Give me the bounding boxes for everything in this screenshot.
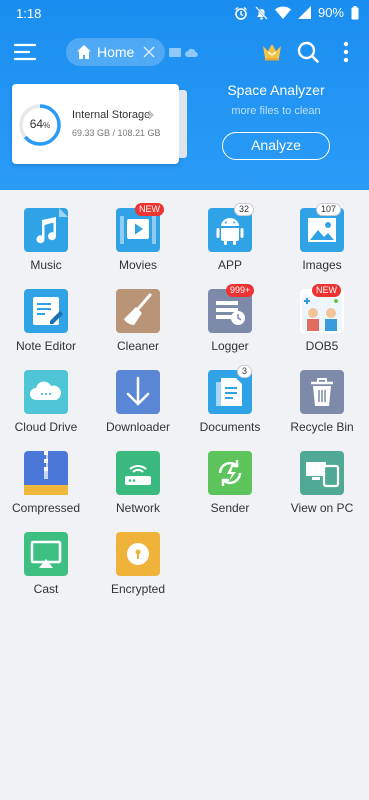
storage-title: Internal Storage — [72, 109, 151, 121]
storage-percent: 64% — [17, 117, 63, 131]
note-edit-icon — [24, 289, 68, 333]
space-analyzer-title: Space Analyzer — [227, 82, 325, 98]
tile-label: Cleaner — [116, 339, 160, 353]
storage-percent-value: 64 — [29, 117, 44, 131]
tile-label: Documents — [199, 420, 261, 434]
tile-compressed[interactable]: Compressed — [0, 433, 92, 515]
status-icons: 90% — [234, 5, 359, 20]
signal-icon — [297, 6, 311, 19]
mute-bell-icon — [255, 5, 268, 20]
tile-label: Movies — [118, 258, 157, 272]
tile-music[interactable]: Music — [0, 190, 92, 272]
tile-network[interactable]: Network — [92, 433, 184, 515]
tile-app[interactable]: 32 APP — [184, 190, 276, 272]
space-analyzer-subtitle: more files to clean — [231, 105, 321, 117]
tile-images[interactable]: 107 Images — [276, 190, 368, 272]
sync-icon — [208, 451, 252, 495]
tile-cleaner[interactable]: Cleaner — [92, 271, 184, 353]
tile-label: DOB5 — [305, 339, 339, 353]
tile-label: Note Editor — [15, 339, 77, 353]
cloud-drive-icon — [24, 370, 68, 414]
arrow-right-icon — [143, 110, 154, 120]
cast-icon — [24, 532, 68, 576]
tile-documents[interactable]: 3 Documents — [184, 352, 276, 434]
cloud-icon[interactable] — [185, 48, 198, 57]
count-badge: 107 — [316, 203, 342, 216]
home-tab-label: Home — [97, 44, 135, 60]
tile-label: Recycle Bin — [290, 420, 354, 434]
tile-label: Logger — [211, 339, 249, 353]
tile-note-editor[interactable]: Note Editor — [0, 271, 92, 353]
new-badge: NEW — [312, 284, 341, 297]
count-badge: 3 — [237, 365, 253, 378]
tile-movies[interactable]: NEW Movies — [92, 190, 184, 272]
wifi-icon — [274, 6, 291, 19]
trash-icon — [300, 370, 344, 414]
tile-label: APP — [217, 258, 242, 272]
analyze-button[interactable]: Analyze — [222, 132, 330, 160]
battery-icon — [351, 5, 359, 19]
menu-icon[interactable] — [12, 39, 38, 65]
tile-label: Downloader — [105, 420, 171, 434]
download-icon — [116, 370, 160, 414]
tile-label: Encrypted — [110, 582, 166, 596]
tile-sender[interactable]: Sender — [184, 433, 276, 515]
tile-recycle-bin[interactable]: Recycle Bin — [276, 352, 368, 434]
tile-label: Network — [115, 501, 160, 515]
tile-downloader[interactable]: Downloader — [92, 352, 184, 434]
tile-view-on-pc[interactable]: View on PC — [276, 433, 368, 515]
status-bar: 1:18 90% — [0, 0, 369, 28]
count-badge: 999+ — [226, 284, 255, 297]
tile-dob5[interactable]: NEW DOB5 — [276, 271, 368, 353]
tile-cast[interactable]: Cast — [0, 514, 92, 596]
zip-icon — [24, 451, 68, 495]
more-vert-icon[interactable] — [338, 40, 354, 64]
home-icon — [77, 45, 91, 59]
category-grid: Music NEW Movies 32 APP 107 Images Note … — [0, 190, 369, 800]
home-tab[interactable]: Home — [66, 38, 165, 66]
phone-pc-icon — [300, 451, 344, 495]
alarm-icon — [235, 6, 247, 20]
internal-storage-card[interactable]: 64% Internal Storage 69.33 GB / 108.21 G… — [12, 84, 187, 164]
tile-logger[interactable]: 999+ Logger — [184, 271, 276, 353]
crown-icon[interactable] — [261, 40, 283, 62]
status-time: 1:18 — [16, 6, 42, 21]
tile-label: View on PC — [290, 501, 354, 515]
tile-label: Cast — [33, 582, 59, 596]
new-badge: NEW — [135, 203, 164, 216]
tile-label: Compressed — [11, 501, 81, 515]
tile-cloud-drive[interactable]: Cloud Drive — [0, 352, 92, 434]
battery-percent: 90% — [317, 5, 344, 20]
window-icon[interactable] — [169, 48, 181, 57]
tile-encrypted[interactable]: Encrypted — [92, 514, 184, 596]
tile-label: Sender — [210, 501, 250, 515]
close-icon[interactable] — [143, 46, 155, 58]
toolbar: Home — [0, 30, 369, 74]
search-icon[interactable] — [296, 40, 320, 64]
tile-label: Music — [30, 258, 62, 272]
lock-icon — [116, 532, 160, 576]
storage-percent-sign: % — [43, 121, 51, 130]
storage-usage: 69.33 GB / 108.21 GB — [72, 128, 161, 138]
tile-label: Cloud Drive — [14, 420, 78, 434]
router-icon — [116, 451, 160, 495]
count-badge: 32 — [234, 203, 255, 216]
tile-label: Images — [302, 258, 342, 272]
header-banner: 1:18 90% Home 64% Internal Storage 69.33… — [0, 0, 369, 190]
broom-icon — [116, 289, 160, 333]
music-icon — [24, 208, 68, 252]
